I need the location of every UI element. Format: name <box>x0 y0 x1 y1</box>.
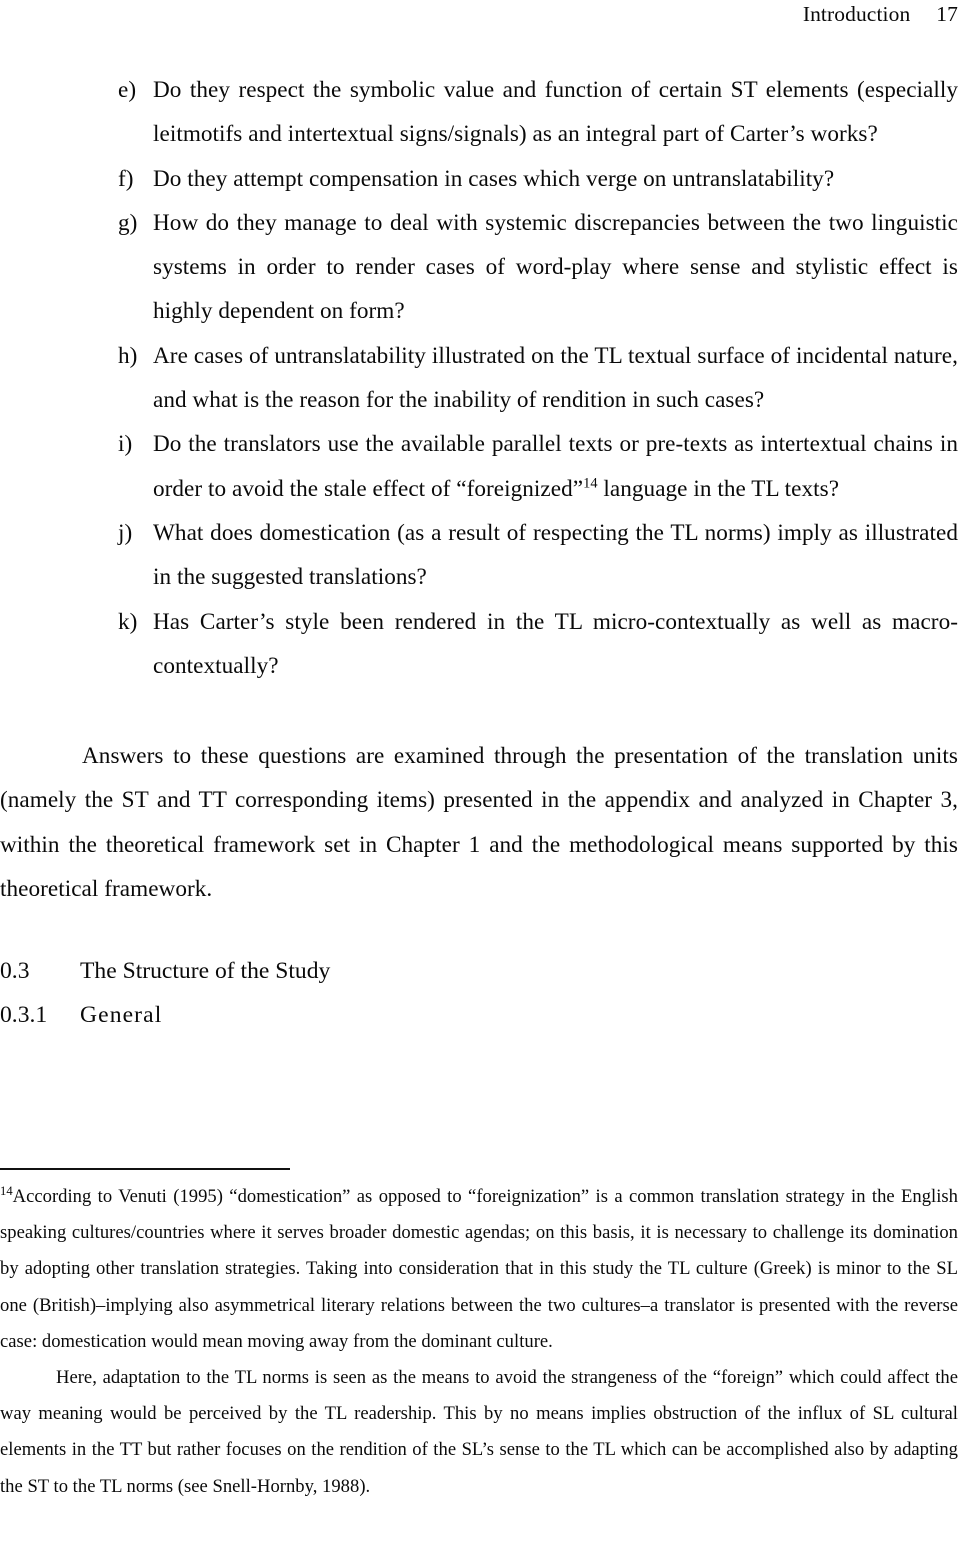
footnote-paragraph-1: 14According to Venuti (1995) “domesticat… <box>0 1179 958 1360</box>
list-item: i) Do the translators use the available p… <box>0 422 958 511</box>
subsection-heading-label: General <box>80 1002 163 1029</box>
section-heading: 0.3 The Structure of the Study <box>0 955 958 987</box>
subsection-heading: 0.3.1 General <box>0 999 958 1031</box>
list-item-marker: h) <box>118 342 138 369</box>
document-page: Introduction 17 e) Do they respect the sy… <box>0 0 960 1542</box>
list-item: j) What does domestication (as a result … <box>0 511 958 600</box>
subsection-heading-number: 0.3.1 <box>0 1002 48 1029</box>
footnote-number: 14 <box>0 1183 13 1198</box>
footnote-separator-rule <box>0 1168 290 1170</box>
running-head: Introduction 17 <box>0 0 958 28</box>
list-item: f) Do they attempt compensation in cases… <box>0 157 958 201</box>
list-item-marker: e) <box>118 77 137 103</box>
question-list: e) Do they respect the symbolic value an… <box>0 68 958 688</box>
running-head-title: Introduction <box>802 2 911 26</box>
running-head-page-number: 17 <box>936 2 958 26</box>
footnote-area: 14According to Venuti (1995) “domesticat… <box>0 1168 958 1505</box>
list-item-marker: i) <box>118 431 133 458</box>
section-heading-label: The Structure of the Study <box>80 958 331 985</box>
list-item: e) Do they respect the symbolic value an… <box>0 68 958 157</box>
list-item-marker: j) <box>118 519 133 546</box>
page-content: e) Do they respect the symbolic value an… <box>0 68 958 1031</box>
list-item: k) Has Carter’s style been rendered in t… <box>0 600 958 689</box>
list-item-text: Are cases of untranslatability illustrat… <box>153 342 958 414</box>
footnote-reference-marker: 14 <box>583 474 598 491</box>
list-item-text-after-footnote-ref: language in the TL texts? <box>597 475 840 502</box>
list-item-marker: g) <box>118 209 138 236</box>
list-item-text: How do they manage to deal with systemic… <box>153 209 958 325</box>
footnote-paragraph-2: Here, adaptation to the TL norms is seen… <box>0 1367 958 1497</box>
list-item-text: What does domestication (as a result of … <box>153 519 958 591</box>
list-item: h) Are cases of untranslatability illust… <box>0 334 958 423</box>
footnote-paragraph-1-text: According to Venuti (1995) “domesticatio… <box>0 1186 958 1352</box>
list-item-text: Has Carter’s style been rendered in the … <box>153 608 958 679</box>
list-item: g) How do they manage to deal with syste… <box>0 201 958 334</box>
body-paragraph: Answers to these questions are examined … <box>0 743 958 903</box>
section-heading-number: 0.3 <box>0 958 30 985</box>
list-item-text: Do they attempt compensation in cases wh… <box>153 165 835 192</box>
list-item-marker: k) <box>118 608 138 635</box>
list-item-text: Do they respect the symbolic value and f… <box>153 77 958 148</box>
list-item-marker: f) <box>118 165 134 192</box>
